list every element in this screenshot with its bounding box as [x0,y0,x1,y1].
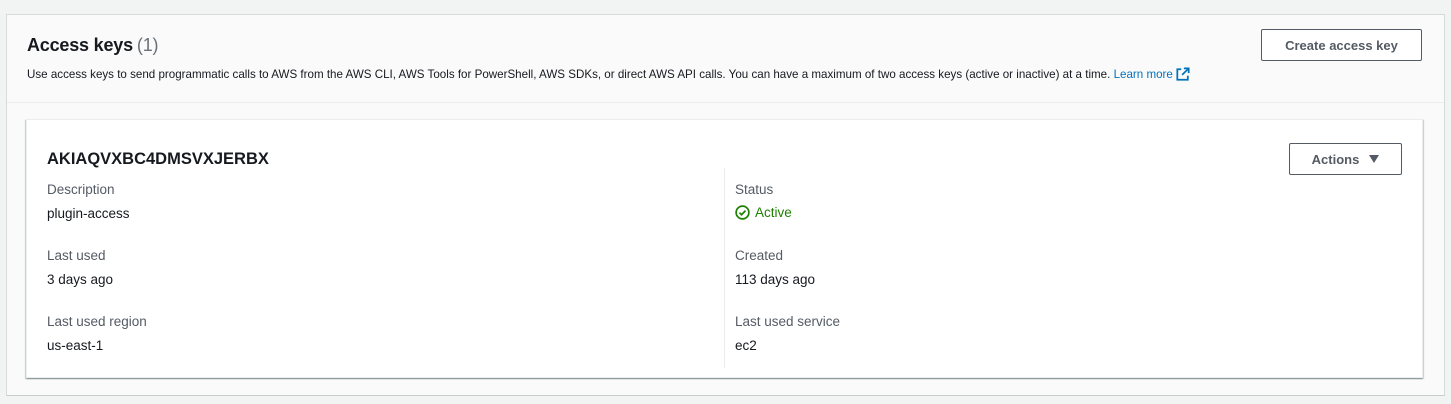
panel-description: Use access keys to send programmatic cal… [27,67,1190,81]
create-access-key-button[interactable]: Create access key [1261,29,1422,61]
learn-more-label: Learn more [1113,68,1173,81]
last-used-value: 3 days ago [47,272,114,287]
created-value: 113 days ago [735,272,816,287]
check-circle-icon [735,205,750,220]
last-used-region-value: us-east-1 [47,338,104,353]
last-used-service-label: Last used service [735,314,841,329]
column-divider [724,168,725,368]
status-badge: Active [735,205,792,220]
actions-label: Actions [1311,151,1360,167]
caret-down-icon [1369,155,1380,163]
learn-more-link[interactable]: Learn more [1113,67,1190,81]
last-used-label: Last used [47,248,106,263]
access-keys-panel: Access keys (1) Use access keys to send p… [6,14,1445,396]
description-label: Description [47,182,115,197]
status-label: Status [735,182,774,197]
panel-header: Access keys (1) Use access keys to send p… [7,15,1444,103]
page-title: Access keys (1) [27,35,159,56]
key-count: (1) [136,35,159,55]
external-link-icon [1176,67,1190,81]
status-value: Active [755,205,792,220]
description-text: Use access keys to send programmatic cal… [27,68,1111,81]
title-text: Access keys [27,35,133,55]
created-label: Created [735,248,784,263]
description-value: plugin-access [47,206,130,221]
actions-button[interactable]: Actions [1289,143,1402,175]
last-used-service-value: ec2 [735,338,757,353]
last-used-region-label: Last used region [47,314,147,329]
access-key-id: AKIAQVXBC4DMSVXJERBX [47,150,269,168]
access-key-card: AKIAQVXBC4DMSVXJERBX Actions Description… [26,119,1423,378]
